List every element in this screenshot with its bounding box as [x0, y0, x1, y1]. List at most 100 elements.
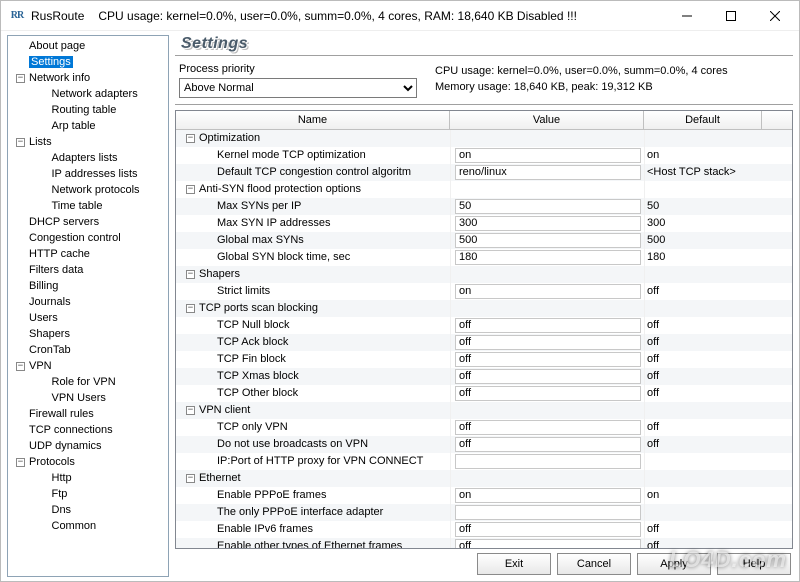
grid-row[interactable]: TCP Null blockoffoff — [176, 317, 792, 334]
value-cell[interactable]: reno/linux — [455, 165, 641, 180]
grid-row[interactable]: Enable other types of Ethernet framesoff… — [176, 538, 792, 548]
grid-row[interactable]: Enable PPPoE framesonon — [176, 487, 792, 504]
apply-button[interactable]: Apply — [637, 553, 711, 575]
cancel-button[interactable]: Cancel — [557, 553, 631, 575]
grid-expander-icon[interactable]: − — [186, 474, 195, 483]
value-cell[interactable]: off — [455, 437, 641, 452]
col-default[interactable]: Default — [644, 111, 762, 129]
grid-expander-icon[interactable]: − — [186, 270, 195, 279]
grid-category-row[interactable]: −Shapers — [176, 266, 792, 283]
grid-row[interactable]: Max SYN IP addresses300300 — [176, 215, 792, 232]
minimize-button[interactable] — [665, 2, 709, 30]
grid-row[interactable]: Do not use broadcasts on VPNoffoff — [176, 436, 792, 453]
value-cell[interactable] — [455, 505, 641, 520]
grid-row[interactable]: Global max SYNs500500 — [176, 232, 792, 249]
tree-item[interactable]: TCP connections — [8, 422, 168, 438]
exit-button[interactable]: Exit — [477, 553, 551, 575]
grid-expander-icon[interactable]: − — [186, 304, 195, 313]
tree-item[interactable]: −Network info — [8, 70, 168, 86]
priority-select[interactable]: Above Normal — [179, 78, 417, 98]
value-cell[interactable]: 50 — [455, 199, 641, 214]
grid-row[interactable]: TCP Fin blockoffoff — [176, 351, 792, 368]
tree-item[interactable]: Shapers — [8, 326, 168, 342]
value-cell[interactable]: off — [455, 335, 641, 350]
value-cell[interactable]: on — [455, 148, 641, 163]
value-cell[interactable]: on — [455, 284, 641, 299]
grid-row[interactable]: Enable IPv6 framesoffoff — [176, 521, 792, 538]
tree-item[interactable]: IP addresses lists — [8, 166, 168, 182]
value-cell[interactable]: on — [455, 488, 641, 503]
grid-row[interactable]: Strict limitsonoff — [176, 283, 792, 300]
close-button[interactable] — [753, 2, 797, 30]
col-value[interactable]: Value — [450, 111, 644, 129]
grid-expander-icon[interactable]: − — [186, 406, 195, 415]
tree-item[interactable]: DHCP servers — [8, 214, 168, 230]
grid-row[interactable]: IP:Port of HTTP proxy for VPN CONNECT — [176, 453, 792, 470]
tree-item[interactable]: Ftp — [8, 486, 168, 502]
tree-expander-icon[interactable]: − — [16, 458, 25, 467]
grid-row[interactable]: Default TCP congestion control algoritmr… — [176, 164, 792, 181]
value-cell[interactable]: 300 — [455, 216, 641, 231]
grid-row[interactable]: Max SYNs per IP5050 — [176, 198, 792, 215]
tree-item[interactable]: Adapters lists — [8, 150, 168, 166]
grid-row[interactable]: TCP Xmas blockoffoff — [176, 368, 792, 385]
tree-item[interactable]: Network adapters — [8, 86, 168, 102]
help-button[interactable]: Help — [717, 553, 791, 575]
grid-row[interactable]: Kernel mode TCP optimizationonon — [176, 147, 792, 164]
nav-tree[interactable]: About pageSettings−Network info Network … — [7, 35, 169, 577]
tree-item[interactable]: HTTP cache — [8, 246, 168, 262]
grid-category-row[interactable]: −Anti-SYN flood protection options — [176, 181, 792, 198]
grid-row[interactable]: Global SYN block time, sec180180 — [176, 249, 792, 266]
tree-item[interactable]: Congestion control — [8, 230, 168, 246]
tree-item[interactable]: Network protocols — [8, 182, 168, 198]
tree-item[interactable]: Journals — [8, 294, 168, 310]
tree-item[interactable]: Role for VPN — [8, 374, 168, 390]
col-name[interactable]: Name — [176, 111, 450, 129]
value-cell[interactable]: off — [455, 386, 641, 401]
value-cell[interactable]: 180 — [455, 250, 641, 265]
grid-category-row[interactable]: −VPN client — [176, 402, 792, 419]
grid-body[interactable]: −OptimizationKernel mode TCP optimizatio… — [176, 130, 792, 548]
grid-row[interactable]: The only PPPoE interface adapter — [176, 504, 792, 521]
grid-row[interactable]: TCP Ack blockoffoff — [176, 334, 792, 351]
tree-item[interactable]: −Protocols — [8, 454, 168, 470]
default-cell — [644, 130, 762, 147]
tree-item[interactable]: Filters data — [8, 262, 168, 278]
tree-item[interactable]: Settings — [8, 54, 168, 70]
grid-category-row[interactable]: −Ethernet — [176, 470, 792, 487]
value-cell[interactable]: off — [455, 420, 641, 435]
value-cell[interactable]: off — [455, 522, 641, 537]
maximize-button[interactable] — [709, 2, 753, 30]
tree-item[interactable]: −VPN — [8, 358, 168, 374]
tree-item[interactable]: About page — [8, 38, 168, 54]
tree-item[interactable]: Users — [8, 310, 168, 326]
value-cell[interactable]: off — [455, 318, 641, 333]
tree-item[interactable]: VPN Users — [8, 390, 168, 406]
row-name: IP:Port of HTTP proxy for VPN CONNECT — [217, 453, 423, 470]
grid-category-row[interactable]: −Optimization — [176, 130, 792, 147]
tree-item[interactable]: Routing table — [8, 102, 168, 118]
tree-expander-icon[interactable]: − — [16, 74, 25, 83]
value-cell[interactable]: off — [455, 352, 641, 367]
tree-expander-icon[interactable]: − — [16, 362, 25, 371]
grid-expander-icon[interactable]: − — [186, 185, 195, 194]
tree-item[interactable]: Common — [8, 518, 168, 534]
tree-item[interactable]: Http — [8, 470, 168, 486]
tree-item[interactable]: Time table — [8, 198, 168, 214]
value-cell[interactable]: off — [455, 539, 641, 548]
value-cell[interactable]: off — [455, 369, 641, 384]
tree-item[interactable]: −Lists — [8, 134, 168, 150]
tree-item[interactable]: UDP dynamics — [8, 438, 168, 454]
value-cell[interactable] — [455, 454, 641, 469]
grid-row[interactable]: TCP only VPNoffoff — [176, 419, 792, 436]
grid-expander-icon[interactable]: − — [186, 134, 195, 143]
tree-item[interactable]: Billing — [8, 278, 168, 294]
tree-expander-icon[interactable]: − — [16, 138, 25, 147]
tree-item[interactable]: Dns — [8, 502, 168, 518]
value-cell[interactable]: 500 — [455, 233, 641, 248]
grid-row[interactable]: TCP Other blockoffoff — [176, 385, 792, 402]
tree-item[interactable]: Firewall rules — [8, 406, 168, 422]
grid-category-row[interactable]: −TCP ports scan blocking — [176, 300, 792, 317]
tree-item[interactable]: Arp table — [8, 118, 168, 134]
tree-item[interactable]: CronTab — [8, 342, 168, 358]
